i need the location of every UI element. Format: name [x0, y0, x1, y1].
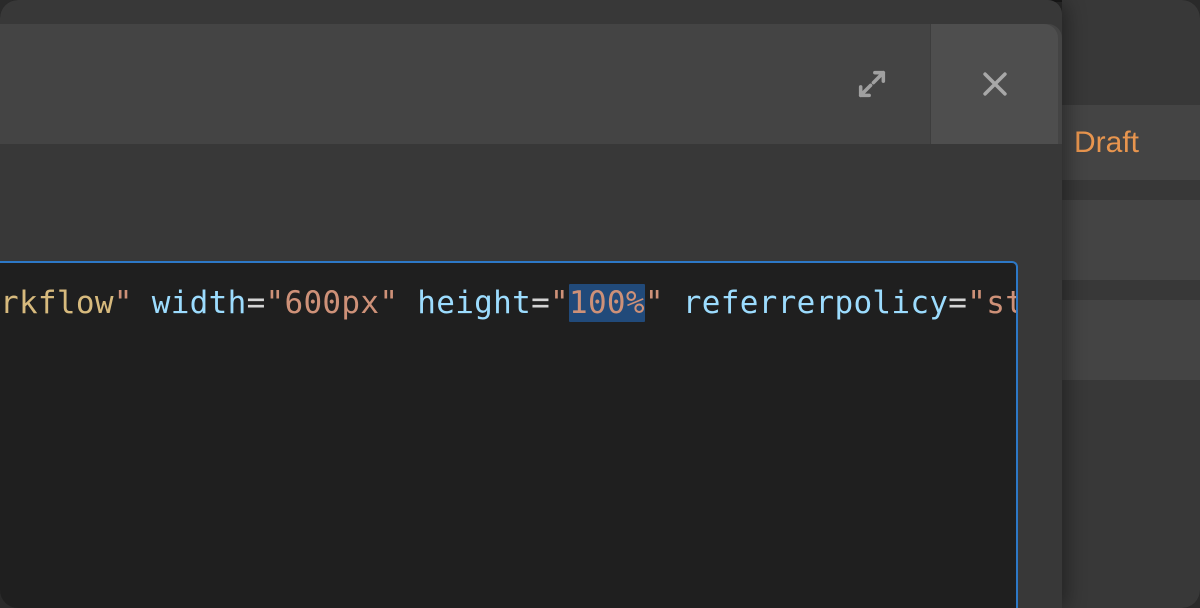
maximize-button[interactable] — [812, 24, 932, 144]
code-val-width: 600px — [285, 285, 380, 321]
app-frame: Draft rkflow" width="600px" height="100%… — [0, 0, 1200, 608]
code-editor[interactable]: rkflow" width="600px" height="100%" refe… — [0, 261, 1018, 608]
background-panel: Draft — [1062, 0, 1200, 608]
code-space — [664, 285, 683, 321]
code-quote: " — [114, 285, 133, 321]
modal-dialog: rkflow" width="600px" height="100%" refe… — [0, 0, 1062, 608]
code-attr-width: width — [152, 285, 247, 321]
code-text: rkflow — [0, 285, 114, 321]
code-eq: = — [247, 285, 266, 321]
tab-draft[interactable]: Draft — [1062, 105, 1200, 180]
code-attr-height: height — [417, 285, 531, 321]
code-line: rkflow" width="600px" height="100%" refe… — [0, 285, 1018, 321]
code-quote: " — [550, 285, 569, 321]
code-quote: " — [379, 285, 398, 321]
tab-draft-label: Draft — [1074, 126, 1139, 160]
code-space — [133, 285, 152, 321]
list-item[interactable] — [1062, 200, 1200, 280]
code-val-height-selected: 100% — [569, 284, 645, 322]
code-quote: " — [645, 285, 664, 321]
close-button[interactable] — [930, 24, 1058, 144]
close-icon — [978, 67, 1012, 101]
code-attr-referrerpolicy: referrerpolicy — [683, 285, 949, 321]
modal-header — [0, 24, 1062, 144]
expand-icon — [855, 67, 889, 101]
code-eq: = — [948, 285, 967, 321]
code-val-referrerpolicy-fragment: st — [986, 285, 1018, 321]
code-quote: " — [266, 285, 285, 321]
code-eq: = — [531, 285, 550, 321]
list-item[interactable] — [1062, 300, 1200, 380]
code-quote: " — [967, 285, 986, 321]
code-space — [398, 285, 417, 321]
